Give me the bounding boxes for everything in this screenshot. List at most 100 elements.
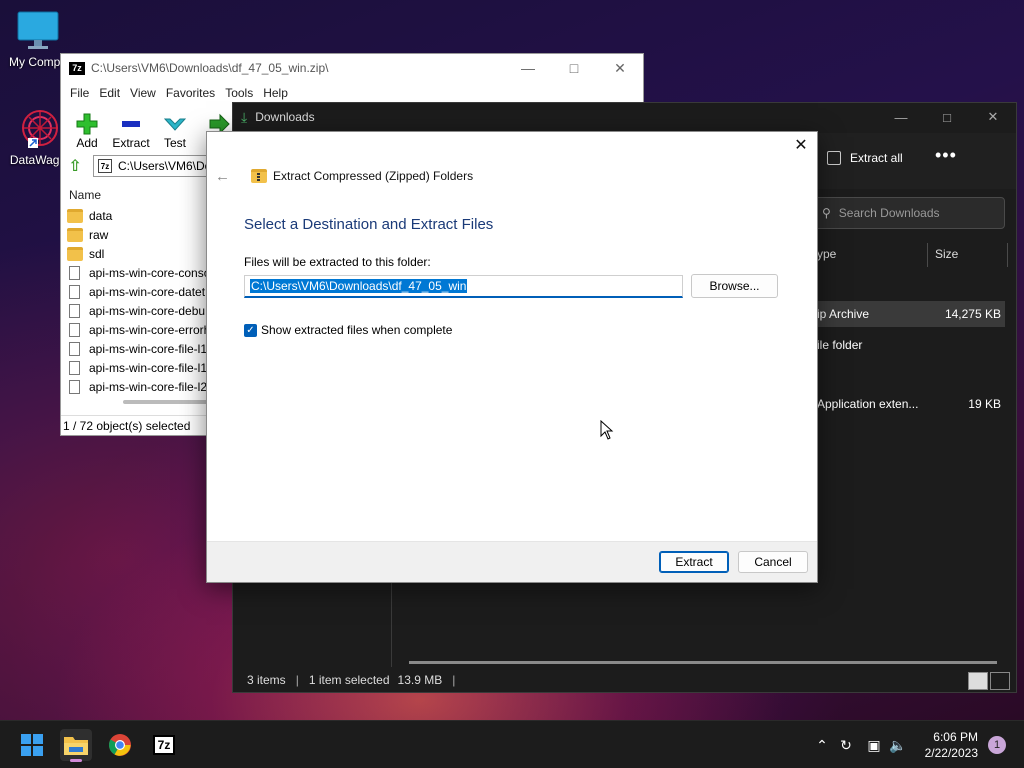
extract-icon xyxy=(827,151,841,165)
file-icon xyxy=(69,284,80,299)
column-type[interactable]: ype xyxy=(817,247,836,261)
list-item-label: api-ms-win-core-debu xyxy=(89,303,206,318)
status-item-count: 3 items xyxy=(247,673,286,687)
check-icon xyxy=(164,118,186,131)
list-item-label: api-ms-win-core-conso xyxy=(89,265,211,280)
search-downloads-input[interactable]: ⚲ Search Downloads xyxy=(813,197,1005,229)
dialog-footer: Extract Cancel xyxy=(207,541,817,582)
show-extracted-files-checkbox[interactable]: ✓ Show extracted files when complete xyxy=(244,323,452,337)
start-button[interactable] xyxy=(16,729,48,761)
up-folder-icon[interactable]: ⇧ xyxy=(65,156,85,176)
taskbar-file-explorer[interactable] xyxy=(60,729,92,762)
volume-icon[interactable]: 🔈 xyxy=(888,735,908,755)
test-button-label: Test xyxy=(163,136,186,150)
7zip-taskbar-icon: 7z xyxy=(152,735,176,755)
7zip-menubar: File Edit View Favorites Tools Help xyxy=(61,82,643,104)
horizontal-scrollbar[interactable] xyxy=(409,661,997,664)
search-placeholder: Search Downloads xyxy=(838,206,940,220)
file-icon xyxy=(69,303,80,318)
folder-icon xyxy=(67,208,83,223)
file-row[interactable]: ip Archive 14,275 KB xyxy=(813,301,1005,327)
list-item-label: sdl xyxy=(89,246,105,261)
sync-icon[interactable]: ↻ xyxy=(836,735,856,755)
download-icon: ⤓ xyxy=(241,108,248,125)
extract-button[interactable]: Extract xyxy=(659,551,729,573)
menu-file[interactable]: File xyxy=(65,86,94,100)
status-divider: | xyxy=(452,673,456,687)
extract-all-label: Extract all xyxy=(850,151,903,165)
close-icon[interactable]: ✕ xyxy=(597,54,643,82)
list-item-label: api-ms-win-core-file-l1 xyxy=(89,341,208,356)
clock-date: 2/22/2023 xyxy=(924,746,978,760)
7zip-path-text: C:\Users\VM6\Do xyxy=(118,159,212,173)
network-icon[interactable]: ▣ xyxy=(864,735,884,755)
menu-edit[interactable]: Edit xyxy=(94,86,125,100)
zip-folder-icon xyxy=(251,169,267,183)
list-item-label: api-ms-win-core-errorh xyxy=(89,322,211,337)
clock-time: 6:06 PM xyxy=(933,730,978,744)
extract-all-button[interactable]: Extract all xyxy=(827,151,903,165)
windows-logo-icon xyxy=(21,734,43,756)
explorer-caption-buttons: — □ ✕ xyxy=(878,103,1016,131)
column-divider xyxy=(1007,243,1008,267)
list-item-label: data xyxy=(89,208,113,223)
clock[interactable]: 6:06 PM 2/22/2023 xyxy=(925,729,978,761)
file-size: 19 KB xyxy=(968,397,1001,411)
maximize-icon[interactable]: □ xyxy=(924,103,970,131)
column-size[interactable]: Size xyxy=(935,247,958,261)
tiles-view-icon[interactable] xyxy=(990,672,1010,690)
destination-path-input[interactable]: C:\Users\VM6\Downloads\df_47_05_win xyxy=(244,275,683,298)
extract-dialog[interactable]: ✕ ← Extract Compressed (Zipped) Folders … xyxy=(206,131,818,583)
list-item-label: api-ms-win-core-file-l2 xyxy=(89,379,208,394)
add-button[interactable]: Add xyxy=(65,112,109,150)
chrome-icon xyxy=(109,734,131,756)
archive-icon: 7z xyxy=(98,159,112,173)
view-toggle xyxy=(968,672,1010,690)
file-icon xyxy=(69,360,80,375)
close-icon[interactable]: ✕ xyxy=(793,138,809,154)
list-item-label: raw xyxy=(89,227,109,242)
minimize-icon[interactable]: — xyxy=(878,103,924,131)
file-icon xyxy=(69,341,80,356)
destination-path-text: C:\Users\VM6\Downloads\df_47_05_win xyxy=(250,279,468,293)
file-icon xyxy=(69,379,80,394)
folder-icon xyxy=(67,227,83,242)
file-size: 14,275 KB xyxy=(944,307,1001,321)
nav-pane-divider xyxy=(391,581,392,667)
file-type: ile folder xyxy=(817,338,863,352)
cancel-button[interactable]: Cancel xyxy=(738,551,808,573)
active-indicator xyxy=(70,759,82,762)
dialog-heading: Select a Destination and Extract Files xyxy=(244,216,494,233)
chevron-up-icon[interactable]: ⌃ xyxy=(812,735,832,755)
menu-tools[interactable]: Tools xyxy=(220,86,258,100)
notification-badge[interactable]: 1 xyxy=(988,736,1006,754)
minimize-icon[interactable]: — xyxy=(505,54,551,82)
computer-icon xyxy=(17,11,59,49)
back-arrow-icon[interactable]: ← xyxy=(215,168,239,185)
menu-view[interactable]: View xyxy=(125,86,161,100)
minus-icon xyxy=(122,121,140,127)
file-type: ip Archive xyxy=(817,307,870,321)
browse-button[interactable]: Browse... xyxy=(691,274,778,298)
list-item-label: api-ms-win-core-file-l1 xyxy=(89,360,208,375)
taskbar-7zip[interactable]: 7z xyxy=(148,729,180,761)
file-row[interactable]: Application exten... 19 KB xyxy=(813,391,1005,417)
show-extracted-files-label: Show extracted files when complete xyxy=(261,323,453,337)
details-view-icon[interactable] xyxy=(968,672,988,690)
more-options-icon[interactable]: ••• xyxy=(935,145,957,166)
menu-favorites[interactable]: Favorites xyxy=(161,86,220,100)
7zip-status-text: 1 / 72 object(s) selected xyxy=(63,418,191,433)
extract-button[interactable]: Extract xyxy=(109,112,153,150)
close-icon[interactable]: ✕ xyxy=(970,103,1016,131)
taskbar-chrome[interactable] xyxy=(104,729,136,761)
column-divider xyxy=(927,243,928,267)
list-item-label: api-ms-win-core-datet xyxy=(89,284,206,299)
folder-icon xyxy=(67,246,83,261)
menu-help[interactable]: Help xyxy=(258,86,293,100)
status-divider: | xyxy=(295,673,299,687)
datawagon-icon xyxy=(22,110,58,148)
file-icon xyxy=(69,322,80,337)
test-button[interactable]: Test xyxy=(153,112,197,150)
maximize-icon[interactable]: □ xyxy=(551,54,597,82)
file-row[interactable]: ile folder xyxy=(813,332,1005,358)
